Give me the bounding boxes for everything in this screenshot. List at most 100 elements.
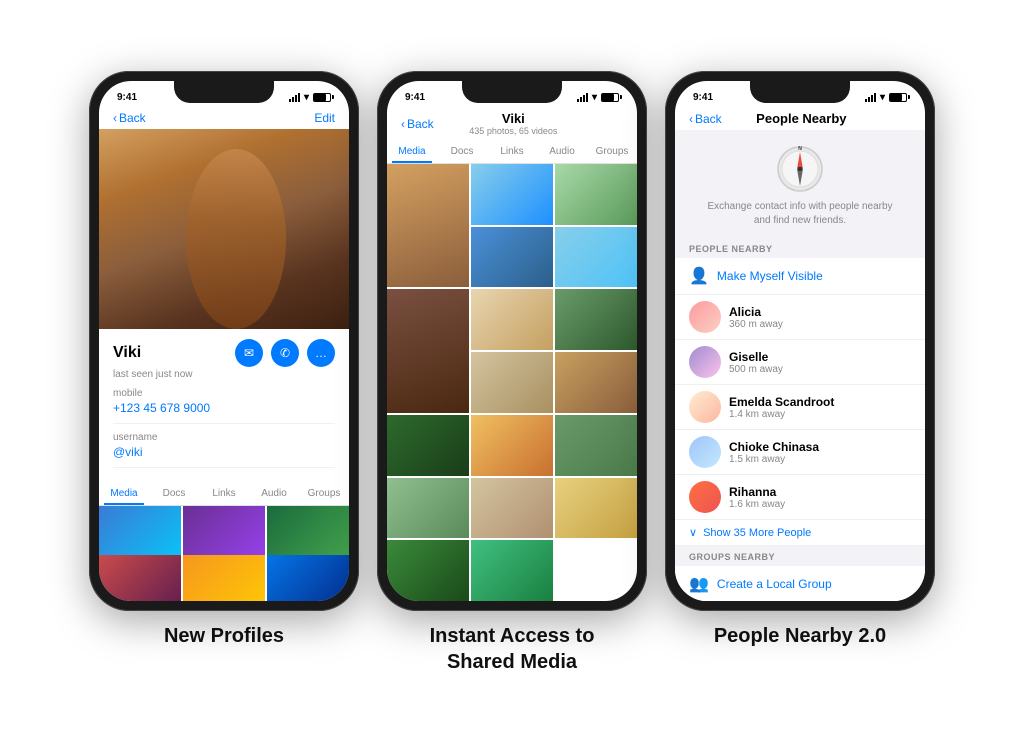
phone2-time: 9:41: [405, 92, 425, 103]
phone3-notch: [750, 81, 850, 103]
phone1-chevron-icon: ‹: [113, 111, 117, 125]
nearby-dist-4: 1.6 km away: [729, 499, 785, 510]
nearby-item-3[interactable]: Chioke Chinasa 1.5 km away: [675, 430, 925, 475]
phone3-groups-header: GROUPS NEARBY: [675, 546, 925, 566]
media-large-6[interactable]: [387, 289, 469, 412]
phone1-message-button[interactable]: ✉: [235, 339, 263, 367]
nearby-item-0[interactable]: Alicia 360 m away: [675, 295, 925, 340]
nearby-name-3: Chioke Chinasa: [729, 440, 819, 454]
avatar-alicia: [689, 301, 721, 333]
phone2-wrapper: 9:41 ▾ ‹ Back: [377, 71, 647, 675]
phone1-media-grid: [99, 506, 349, 601]
phone1-username-value[interactable]: @viki: [113, 445, 335, 459]
phone1-call-button[interactable]: ✆: [271, 339, 299, 367]
phone1-tab-links[interactable]: Links: [199, 482, 249, 505]
media-thumb-5[interactable]: [183, 555, 265, 602]
avatar-rihanna: [689, 481, 721, 513]
phone3-nav-bar: ‹ Back People Nearby: [675, 107, 925, 130]
phone3-signal-icon: [865, 92, 876, 102]
phone2-nav-title: Viki: [502, 111, 525, 126]
phone2-title-group: Viki 435 photos, 65 videos: [469, 111, 557, 136]
phone2-tab-links[interactable]: Links: [487, 140, 537, 163]
phone1-username-label: username: [113, 432, 335, 443]
phone2-battery-icon: [601, 93, 619, 102]
phone1-tabs: Media Docs Links Audio Groups: [99, 482, 349, 506]
nearby-name-2: Emelda Scandroot: [729, 395, 834, 409]
phone2-tabs: Media Docs Links Audio Groups: [387, 140, 637, 164]
media-large-4[interactable]: [471, 227, 553, 288]
media-thumb-6[interactable]: [267, 555, 349, 602]
media-large-14[interactable]: [387, 478, 469, 539]
phone2-tab-media[interactable]: Media: [387, 140, 437, 163]
nearby-item-4[interactable]: Rihanna 1.6 km away: [675, 475, 925, 520]
chevron-down-icon: ∨: [689, 526, 697, 539]
media-large-17[interactable]: [387, 540, 469, 601]
media-large-7[interactable]: [471, 289, 553, 350]
phone1-wifi-icon: ▾: [304, 92, 309, 103]
media-large-11[interactable]: [387, 415, 469, 476]
phone3-make-visible-item[interactable]: 👤 Make Myself Visible: [675, 258, 925, 295]
phone1-profile-photo: [99, 129, 349, 329]
phone2-nav-bar: ‹ Back Viki 435 photos, 65 videos: [387, 107, 637, 140]
phone1-back-button[interactable]: ‹ Back: [113, 111, 146, 125]
media-large-16[interactable]: [555, 478, 637, 539]
phone2-tab-groups[interactable]: Groups: [587, 140, 637, 163]
media-large-12[interactable]: [471, 415, 553, 476]
media-large-13[interactable]: [555, 415, 637, 476]
media-large-15[interactable]: [471, 478, 553, 539]
phone3-make-visible-text[interactable]: Make Myself Visible: [717, 269, 823, 283]
phone1-mobile-value[interactable]: +123 45 678 9000: [113, 401, 335, 415]
nearby-item-2[interactable]: Emelda Scandroot 1.4 km away: [675, 385, 925, 430]
phone2-tab-audio[interactable]: Audio: [537, 140, 587, 163]
media-large-1[interactable]: [387, 164, 469, 287]
phone3-back-button[interactable]: ‹ Back: [689, 112, 722, 126]
phone1-tab-docs[interactable]: Docs: [149, 482, 199, 505]
avatar-giselle: [689, 346, 721, 378]
phone2-tab-docs[interactable]: Docs: [437, 140, 487, 163]
media-large-2[interactable]: [471, 164, 553, 225]
phone2-media-grid: [387, 164, 637, 601]
phone1-tab-audio[interactable]: Audio: [249, 482, 299, 505]
media-large-3[interactable]: [555, 164, 637, 225]
avatar-emelda: [689, 391, 721, 423]
nearby-dist-3: 1.5 km away: [729, 454, 819, 465]
phone2-status-icons: ▾: [577, 92, 619, 103]
phone1-status-icons: ▾: [289, 92, 331, 103]
phone1-tab-media[interactable]: Media: [99, 482, 149, 505]
media-large-9[interactable]: [471, 352, 553, 413]
phone3-frame: 9:41 ▾ ‹ Back: [665, 71, 935, 611]
phone3-screen: 9:41 ▾ ‹ Back: [675, 81, 925, 601]
phones-showcase: 9:41 ▾ ‹ Back: [89, 71, 935, 675]
phone1-username-field: username @viki: [113, 432, 335, 468]
phone1-label: New Profiles: [164, 623, 284, 649]
phone3-create-group-text[interactable]: Create a Local Group: [717, 577, 832, 591]
phone1-time: 9:41: [117, 92, 137, 103]
media-thumb-4[interactable]: [99, 555, 181, 602]
make-visible-icon: 👤: [689, 266, 709, 286]
media-large-18[interactable]: [471, 540, 553, 601]
nearby-dist-1: 500 m away: [729, 364, 783, 375]
nearby-name-1: Giselle: [729, 350, 783, 364]
phone2-notch: [462, 81, 562, 103]
media-large-8[interactable]: [555, 289, 637, 350]
phone1-action-buttons: ✉ ✆ …: [235, 339, 335, 367]
media-large-5[interactable]: [555, 227, 637, 288]
avatar-chioke: [689, 436, 721, 468]
nearby-item-1[interactable]: Giselle 500 m away: [675, 340, 925, 385]
phone1-more-button[interactable]: …: [307, 339, 335, 367]
phone2-back-button[interactable]: ‹ Back: [401, 117, 434, 131]
phone1-tab-groups[interactable]: Groups: [299, 482, 349, 505]
nearby-dist-0: 360 m away: [729, 319, 783, 330]
phone1-edit-button[interactable]: Edit: [314, 111, 335, 125]
phone3-wifi-icon: ▾: [880, 92, 885, 103]
phone1-mobile-field: mobile +123 45 678 9000: [113, 388, 335, 424]
phone3-show-more-text[interactable]: Show 35 More People: [703, 527, 811, 539]
phone2-screen: 9:41 ▾ ‹ Back: [387, 81, 637, 601]
phone3-show-more-item[interactable]: ∨ Show 35 More People: [675, 520, 925, 546]
media-large-10[interactable]: [555, 352, 637, 413]
nearby-name-4: Rihanna: [729, 485, 785, 499]
phone3-people-header: PEOPLE NEARBY: [675, 238, 925, 258]
phone3-create-group-item[interactable]: 👥 Create a Local Group: [675, 566, 925, 601]
nearby-name-0: Alicia: [729, 305, 783, 319]
phone2-frame: 9:41 ▾ ‹ Back: [377, 71, 647, 611]
